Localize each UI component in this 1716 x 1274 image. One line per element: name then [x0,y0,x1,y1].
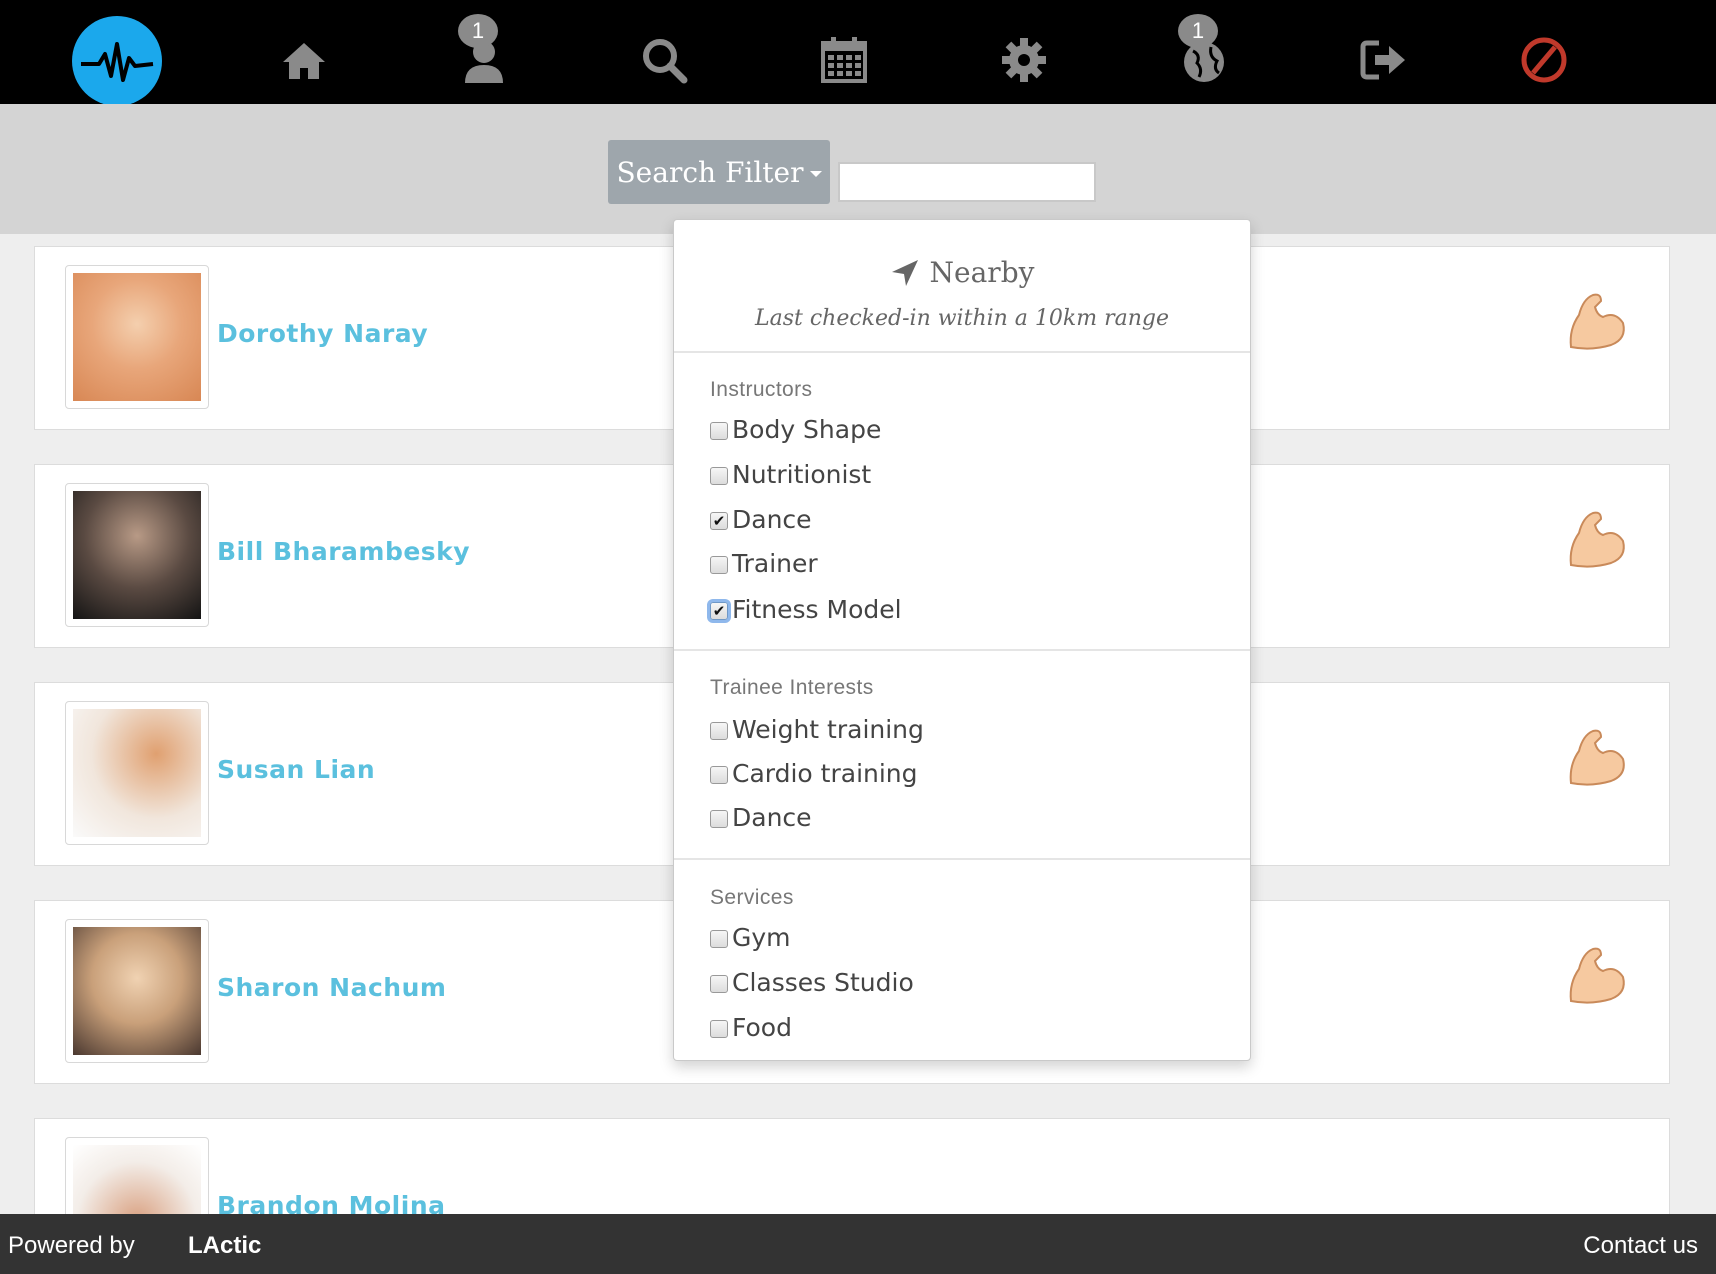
option-label: Trainer [732,548,818,578]
search-filter-dropdown: Nearby Last checked-in within a 10km ran… [673,219,1251,1061]
brand-link[interactable]: LActic [188,1232,261,1260]
option-label: Cardio training [732,758,918,788]
search-bar: Search Filter [0,104,1716,234]
globe-icon[interactable]: 1 [1176,14,1232,88]
user-icon[interactable]: 1 [456,14,512,88]
divider [674,649,1250,651]
divider [674,351,1250,353]
location-arrow-icon [891,259,918,286]
option-label: Dance [732,802,812,832]
divider [674,858,1250,860]
avatar[interactable] [65,919,209,1063]
option-label: Fitness Model [732,594,902,624]
checkbox[interactable] [710,930,728,948]
top-nav: 1 1 [0,0,1716,106]
logout-icon[interactable] [1356,32,1412,88]
person-name[interactable]: Dorothy Naray [217,319,428,348]
option-dance-interest[interactable]: Dance [710,802,812,832]
search-filter-button[interactable]: Search Filter [608,140,830,204]
option-label: Classes Studio [732,967,914,997]
option-cardio-training[interactable]: Cardio training [710,758,918,788]
option-gym[interactable]: Gym [710,922,791,952]
flexed-biceps-icon[interactable] [1565,289,1629,353]
caret-down-icon [809,171,822,177]
nearby-subtitle: Last checked-in within a 10km range [754,306,1169,331]
notification-badge: 1 [458,14,498,48]
checkbox[interactable] [710,467,728,485]
option-fitness-model[interactable]: ✔ Fitness Model [710,594,902,624]
nearby-option[interactable]: Nearby Last checked-in within a 10km ran… [674,220,1250,352]
checkbox[interactable] [710,722,728,740]
search-input[interactable] [838,162,1096,202]
flexed-biceps-icon[interactable] [1565,507,1629,571]
footer: Powered by LActic Contact us [0,1214,1716,1274]
person-name[interactable]: Sharon Nachum [217,973,446,1002]
search-filter-label: Search Filter [616,155,804,189]
option-food[interactable]: Food [710,1012,792,1042]
checkbox[interactable] [710,975,728,993]
person-name[interactable]: Susan Lian [217,755,375,784]
section-instructors: Instructors [710,378,813,401]
option-weight-training[interactable]: Weight training [710,714,924,744]
avatar[interactable] [65,701,209,845]
gear-icon[interactable] [996,32,1052,88]
no-entry-icon[interactable] [1516,32,1572,88]
heartbeat-icon [81,42,154,82]
home-icon[interactable] [276,32,332,88]
pulse-logo[interactable] [72,16,162,106]
avatar[interactable] [65,265,209,409]
contact-us-link[interactable]: Contact us [1583,1232,1698,1260]
checkbox[interactable] [710,556,728,574]
flexed-biceps-icon[interactable] [1565,943,1629,1007]
option-label: Body Shape [732,414,882,444]
option-label: Dance [732,504,812,534]
option-trainer[interactable]: Trainer [710,548,818,578]
section-trainee-interests: Trainee Interests [710,676,874,699]
person-name[interactable]: Bill Bharambesky [217,537,470,566]
calendar-icon[interactable] [816,32,872,88]
option-label: Weight training [732,714,924,744]
search-icon[interactable] [636,32,692,88]
option-body-shape[interactable]: Body Shape [710,414,881,444]
option-label: Gym [732,922,791,952]
section-services: Services [710,886,794,909]
nearby-title: Nearby [929,256,1035,289]
checkbox-checked[interactable]: ✔ [710,602,728,620]
option-classes-studio[interactable]: Classes Studio [710,967,914,997]
flexed-biceps-icon[interactable] [1565,725,1629,789]
checkbox[interactable] [710,810,728,828]
checkbox[interactable] [710,422,728,440]
checkbox[interactable] [710,1020,728,1038]
powered-by-text: Powered by [8,1232,135,1259]
option-dance-instructor[interactable]: ✔ Dance [710,504,812,534]
option-label: Food [732,1012,792,1042]
option-label: Nutritionist [732,459,872,489]
avatar[interactable] [65,483,209,627]
checkbox-checked[interactable]: ✔ [710,512,728,530]
checkbox[interactable] [710,766,728,784]
option-nutritionist[interactable]: Nutritionist [710,459,871,489]
notification-badge: 1 [1178,14,1218,48]
